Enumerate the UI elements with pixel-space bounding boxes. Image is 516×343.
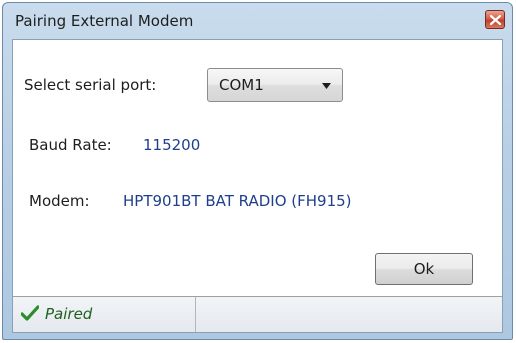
close-icon — [490, 15, 501, 25]
checkmark-icon — [21, 305, 39, 321]
baud-rate-label: Baud Rate: — [29, 136, 112, 154]
chevron-down-icon — [322, 83, 331, 89]
status-text: Paired — [45, 305, 93, 323]
serial-port-label: Select serial port: — [24, 76, 157, 94]
modem-label: Modem: — [29, 192, 90, 210]
status-cell: Paired — [13, 297, 196, 332]
status-bar: Paired — [13, 296, 502, 332]
baud-rate-value: 115200 — [143, 136, 201, 154]
close-button[interactable] — [485, 10, 505, 29]
modem-value: HPT901BT BAT RADIO (FH915) — [123, 192, 352, 210]
ok-button[interactable]: Ok — [375, 253, 473, 285]
window-title: Pairing External Modem — [15, 12, 194, 30]
serial-port-selected: COM1 — [219, 76, 264, 94]
title-bar[interactable]: Pairing External Modem — [3, 3, 512, 39]
dialog-window: Pairing External Modem Select serial por… — [2, 2, 513, 340]
dialog-content: Select serial port: COM1 Baud Rate: 1152… — [12, 39, 503, 333]
serial-port-dropdown[interactable]: COM1 — [207, 68, 343, 102]
